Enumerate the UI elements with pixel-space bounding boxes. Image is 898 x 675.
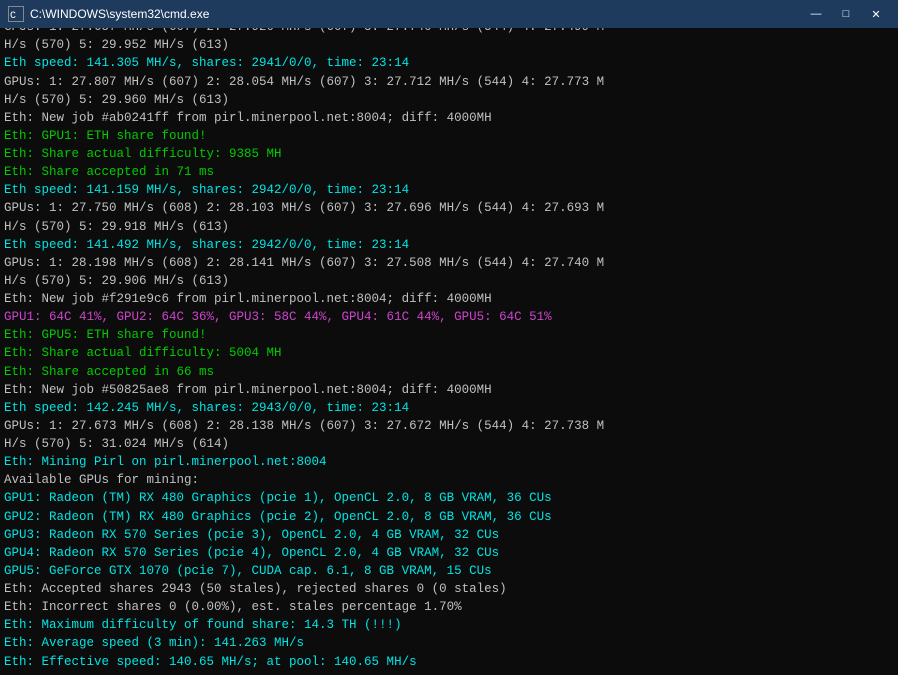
title-bar: C C:\WINDOWS\system32\cmd.exe — □ ✕ [0,0,898,28]
console-text: Eth: Incorrect shares 0 (0.00%), est. st… [4,600,462,614]
console-text: Eth speed: 141.492 MH/s, shares: 2942/0/… [4,238,409,252]
close-button[interactable]: ✕ [862,3,890,25]
console-line: Eth: New job #ab0241ff from pirl.minerpo… [4,109,894,127]
window: C C:\WINDOWS\system32\cmd.exe — □ ✕ Eth … [0,0,898,675]
console-text: Eth: GPU1: ETH share found! [4,129,207,143]
console-text: H/s (570) 5: 29.918 MH/s (613) [4,220,229,234]
console-text: Eth speed: 142.245 MH/s, shares: 2943/0/… [4,401,409,415]
console-line: GPU1: 64C 41%, GPU2: 64C 36%, GPU3: 58C … [4,308,894,326]
console-text: Eth: Effective speed: 140.65 MH/s; at po… [4,655,417,669]
console-line: GPU2: Radeon (TM) RX 480 Graphics (pcie … [4,508,894,526]
console-line: Eth speed: 142.245 MH/s, shares: 2943/0/… [4,399,894,417]
console-line: Eth: Accepted shares 2943 (50 stales), r… [4,580,894,598]
console-line: H/s (570) 5: 29.952 MH/s (613) [4,36,894,54]
console-line: GPUs: 1: 27.673 MH/s (608) 2: 28.138 MH/… [4,417,894,435]
console-line: GPUs: 1: 28.198 MH/s (608) 2: 28.141 MH/… [4,254,894,272]
title-bar-controls: — □ ✕ [802,3,890,25]
console-line: H/s (570) 5: 29.906 MH/s (613) [4,272,894,290]
console-text: GPU2: Radeon (TM) RX 480 Graphics (pcie … [4,510,552,524]
console-line: GPU1: Radeon (TM) RX 480 Graphics (pcie … [4,489,894,507]
console-text: Eth: GPU5: ETH share found! [4,328,207,342]
minimize-button[interactable]: — [802,3,830,25]
console-text: Eth: Accepted shares 2943 (50 stales), r… [4,582,507,596]
console-text: Eth: Mining Pirl on pirl.minerpool.net:8… [4,455,327,469]
console-line: Eth: Share accepted in 71 ms [4,163,894,181]
console-line: Eth: Share actual difficulty: 5004 MH [4,344,894,362]
console-text: Eth: Maximum difficulty of found share: … [4,618,402,632]
console-line: GPUs: 1: 27.807 MH/s (607) 2: 28.054 MH/… [4,73,894,91]
console-line: Eth: Maximum difficulty of found share: … [4,616,894,634]
cmd-icon: C [8,6,24,22]
console-line: Eth: Effective speed: 140.65 MH/s; at po… [4,653,894,671]
console-line: Eth: New job #50825ae8 from pirl.minerpo… [4,381,894,399]
console-text: Eth: Average speed (3 min): 141.263 MH/s [4,636,304,650]
window-title: C:\WINDOWS\system32\cmd.exe [30,7,209,21]
console-text: Eth speed: 141.159 MH/s, shares: 2942/0/… [4,183,409,197]
maximize-button[interactable]: □ [832,3,860,25]
console-line: GPU3: Radeon RX 570 Series (pcie 3), Ope… [4,526,894,544]
console-line: Eth: Share accepted in 66 ms [4,363,894,381]
console-line: Eth: Incorrect shares 0 (0.00%), est. st… [4,598,894,616]
console-text: Eth: New job #50825ae8 from pirl.minerpo… [4,383,492,397]
console-text: GPU1: Radeon (TM) RX 480 Graphics (pcie … [4,491,552,505]
console-line: Eth speed: 141.159 MH/s, shares: 2942/0/… [4,181,894,199]
console-line: H/s (570) 5: 29.960 MH/s (613) [4,91,894,109]
svg-text:C: C [10,11,16,21]
console-line: Eth speed: 141.492 MH/s, shares: 2942/0/… [4,236,894,254]
console-text: GPUs: 1: 27.657 MH/s (607) 2: 27.920 MH/… [4,28,604,34]
console-text: Available GPUs for mining: [4,473,199,487]
console-text: Eth: Share accepted in 71 ms [4,165,214,179]
console-text: Eth: Share accepted in 66 ms [4,365,214,379]
console-line: GPUs: 1: 27.657 MH/s (607) 2: 27.920 MH/… [4,28,894,36]
title-bar-left: C C:\WINDOWS\system32\cmd.exe [8,6,209,22]
console-line: Eth: Mining Pirl on pirl.minerpool.net:8… [4,453,894,471]
console-text: H/s (570) 5: 31.024 MH/s (614) [4,437,229,451]
console-text: H/s (570) 5: 29.906 MH/s (613) [4,274,229,288]
console-line: H/s (570) 5: 31.024 MH/s (614) [4,435,894,453]
console-text: Eth: Share actual difficulty: 5004 MH [4,346,282,360]
console-text: Eth: New job #ab0241ff from pirl.minerpo… [4,111,492,125]
console-text: H/s (570) 5: 29.960 MH/s (613) [4,93,229,107]
console-text: GPUs: 1: 27.807 MH/s (607) 2: 28.054 MH/… [4,75,604,89]
console-text: GPU4: Radeon RX 570 Series (pcie 4), Ope… [4,546,499,560]
console-text: GPU1: 64C 41%, GPU2: 64C 36%, GPU3: 58C … [4,310,552,324]
console-line: Eth: Share actual difficulty: 9385 MH [4,145,894,163]
console-line: GPU5: GeForce GTX 1070 (pcie 7), CUDA ca… [4,562,894,580]
console-text: GPU5: GeForce GTX 1070 (pcie 7), CUDA ca… [4,564,492,578]
console-line: GPUs: 1: 27.750 MH/s (608) 2: 28.103 MH/… [4,199,894,217]
console-line: Eth: GPU5: ETH share found! [4,326,894,344]
console-line: H/s (570) 5: 29.918 MH/s (613) [4,218,894,236]
console-text: Eth speed: 141.305 MH/s, shares: 2941/0/… [4,56,409,70]
console-line: Available GPUs for mining: [4,471,894,489]
console-line: Eth speed: 141.305 MH/s, shares: 2941/0/… [4,54,894,72]
console-text: GPUs: 1: 27.750 MH/s (608) 2: 28.103 MH/… [4,201,604,215]
console-text: GPUs: 1: 28.198 MH/s (608) 2: 28.141 MH/… [4,256,604,270]
console-line: Eth: Average speed (3 min): 141.263 MH/s [4,634,894,652]
console-text: Eth: New job #f291e9c6 from pirl.minerpo… [4,292,492,306]
console-text: H/s (570) 5: 29.952 MH/s (613) [4,38,229,52]
console-text: Eth: Share actual difficulty: 9385 MH [4,147,282,161]
console-output: Eth speed: 140.768 MH/s, shares: 2941/0/… [0,28,898,675]
console-line: Eth: New job #f291e9c6 from pirl.minerpo… [4,290,894,308]
console-line: Eth: GPU1: ETH share found! [4,127,894,145]
console-text: GPUs: 1: 27.673 MH/s (608) 2: 28.138 MH/… [4,419,604,433]
console-line: GPU4: Radeon RX 570 Series (pcie 4), Ope… [4,544,894,562]
console-text: GPU3: Radeon RX 570 Series (pcie 3), Ope… [4,528,499,542]
